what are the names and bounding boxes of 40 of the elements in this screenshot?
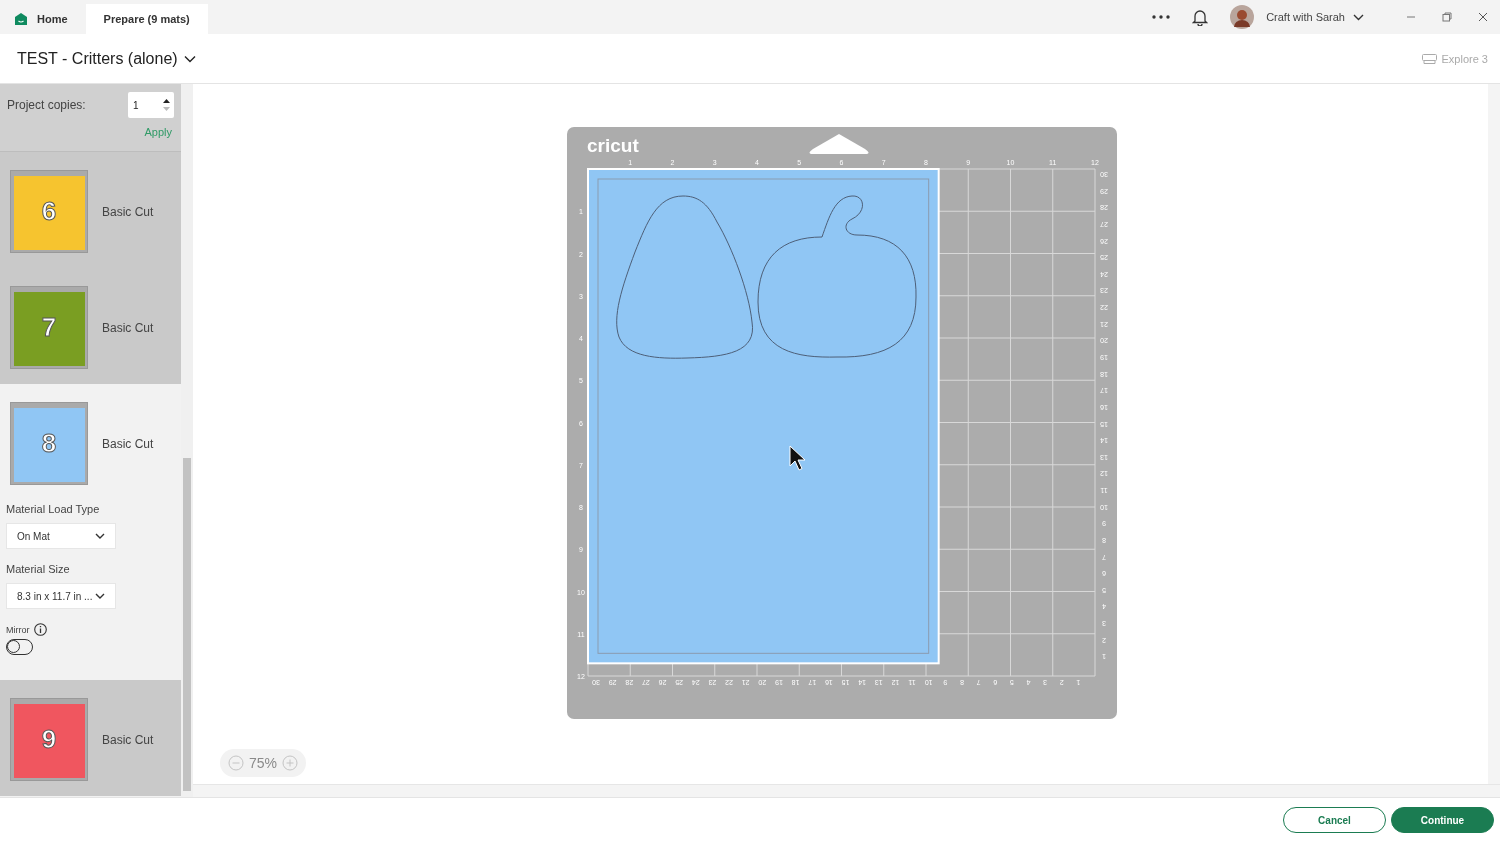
info-icon[interactable] [33, 623, 47, 636]
avatar[interactable] [1230, 5, 1255, 29]
mat-thumbnail: 8 [10, 402, 88, 485]
mat-item[interactable]: 9 Basic Cut [0, 680, 181, 796]
stepper-icon[interactable] [163, 98, 170, 112]
load-type-dropdown[interactable]: On Mat [6, 523, 116, 549]
brand-logo: cricut [587, 135, 639, 156]
mat-thumbnail: 9 [10, 698, 88, 781]
mat-thumbnail: 6 [10, 170, 88, 253]
mat-item[interactable]: 6 Basic Cut [0, 152, 181, 268]
cancel-button[interactable]: Cancel [1283, 807, 1386, 833]
restore-icon[interactable] [1442, 12, 1452, 22]
copies-field[interactable]: 1 [128, 92, 174, 118]
mirror-label: Mirror [6, 624, 30, 635]
chevron-icon [1353, 13, 1364, 21]
tab[interactable]: Home [0, 4, 86, 34]
chevron-icon [95, 593, 105, 599]
machine-icon [1421, 53, 1437, 64]
mat-thumbnail: 7 [10, 286, 88, 369]
material-size-dropdown[interactable]: 8.3 in x 11.7 in ... [6, 583, 116, 609]
mat-item[interactable]: 7 Basic Cut [0, 268, 181, 384]
project-title[interactable]: TEST - Critters (alone) [17, 49, 196, 68]
cursor-icon [789, 445, 806, 471]
mat-label: Basic Cut [102, 732, 154, 747]
mat-label: Basic Cut [102, 436, 154, 451]
continue-button[interactable]: Continue [1391, 807, 1494, 833]
tab[interactable]: Prepare (9 mats) [85, 4, 208, 34]
hanging-notch [809, 134, 869, 154]
mat-label: Basic Cut [102, 320, 154, 335]
chevron-icon [95, 533, 105, 539]
more-icon[interactable] [1152, 15, 1171, 19]
copies-label: Project copies: [7, 98, 86, 112]
mat-label: Basic Cut [102, 204, 154, 219]
bell-icon[interactable] [1192, 8, 1209, 26]
close-icon[interactable] [1478, 12, 1488, 22]
account-menu[interactable]: Craft with Sarah [1266, 11, 1364, 23]
home-icon [14, 12, 28, 26]
field-label: Material Size [6, 563, 70, 575]
field-label: Material Load Type [6, 503, 100, 515]
chevron-icon [183, 54, 196, 63]
